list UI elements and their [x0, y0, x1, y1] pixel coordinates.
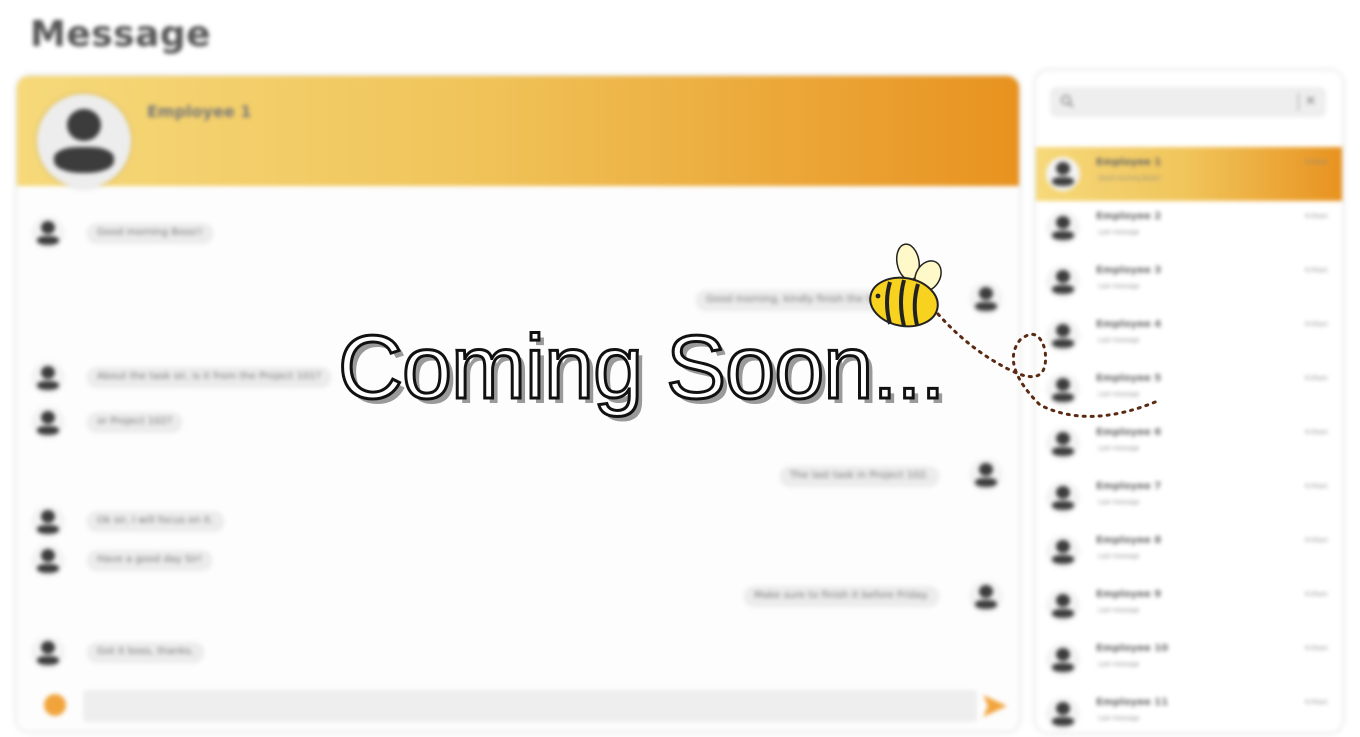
contact-item[interactable]: Employee 8 Last message 9:00am [1036, 525, 1342, 579]
contact-item[interactable]: Employee 9 Last message 9:00am [1036, 579, 1342, 633]
contact-last-message: Last message [1098, 445, 1140, 452]
user-avatar-icon [31, 406, 65, 440]
user-avatar-icon [31, 544, 65, 578]
contact-last-message: Last message [1098, 715, 1140, 722]
contact-last-message: Good morning Boss!! [1098, 175, 1162, 182]
contact-name: Employee 7 [1096, 481, 1162, 492]
user-avatar-icon [31, 361, 65, 395]
bee-icon [869, 243, 1162, 418]
contact-name: Employee 2 [1096, 211, 1162, 222]
message-bubble: The last task in Project 102. [779, 466, 939, 486]
contact-name: Employee 9 [1096, 589, 1162, 600]
contact-name: Employee 8 [1096, 535, 1162, 546]
user-avatar-icon [1046, 589, 1080, 623]
contact-item[interactable]: Employee 1 Good morning Boss!! 9:00am [1036, 147, 1342, 201]
search-icon [1061, 95, 1074, 108]
contact-last-message: Last message [1098, 499, 1140, 506]
contact-time: 9:00am [1305, 375, 1328, 382]
contact-last-message: Last message [1098, 607, 1140, 614]
contact-last-message: Last message [1098, 661, 1140, 668]
user-avatar-icon [31, 505, 65, 539]
user-avatar-icon [1046, 481, 1080, 515]
message-bubble: Got it boss, thanks. [87, 642, 204, 662]
contact-time: 9:00am [1305, 429, 1328, 436]
message-bubble: Have a good day Sir! [87, 550, 213, 570]
contact-time: 9:00am [1305, 267, 1328, 274]
message-bubble: Good morning Boss!! [87, 223, 213, 243]
contact-time: 9:00am [1305, 699, 1328, 706]
contact-time: 9:00am [1305, 537, 1328, 544]
user-avatar-icon [31, 636, 65, 670]
user-avatar-icon [1046, 643, 1080, 677]
user-avatar-icon [969, 458, 1003, 492]
message-bubble: or Project 102? [87, 412, 183, 432]
contact-time: 9:00am [1305, 213, 1328, 220]
contact-name: Employee 10 [1096, 643, 1169, 654]
contact-last-message: Last message [1098, 229, 1140, 236]
send-icon[interactable] [981, 692, 1009, 720]
user-avatar-icon [1046, 697, 1080, 731]
coming-soon-text: Coming Soon... [336, 317, 946, 420]
contact-time: 9:00am [1305, 645, 1328, 652]
contact-item[interactable]: Employee 10 Last message 9:00am [1036, 633, 1342, 687]
contact-name: Employee 11 [1096, 697, 1169, 708]
message-input[interactable] [83, 690, 977, 722]
user-avatar-icon [969, 580, 1003, 614]
contact-name: Employee 1 [1096, 157, 1162, 168]
user-avatar-icon[interactable] [37, 94, 131, 188]
chat-contact-name: Employee 1 [147, 102, 252, 121]
contact-time: 9:00am [1305, 159, 1328, 166]
message-bubble: About the task sir, is it from the Proje… [87, 367, 331, 387]
chat-header: Employee 1 [17, 76, 1019, 188]
close-icon[interactable]: ✕ [1298, 93, 1316, 111]
search-input[interactable]: ✕ [1050, 87, 1326, 117]
page-title: Message [30, 14, 212, 55]
contact-item[interactable]: Employee 7 Last message 9:00am [1036, 471, 1342, 525]
user-avatar-icon [31, 216, 65, 250]
user-avatar-icon [1046, 157, 1080, 191]
contact-time: 9:00am [1305, 483, 1328, 490]
contact-item[interactable]: Employee 11 Last message 9:00am [1036, 687, 1342, 732]
contact-last-message: Last message [1098, 553, 1140, 560]
user-avatar-icon [1046, 535, 1080, 569]
contact-time: 9:00am [1305, 321, 1328, 328]
contact-time: 9:00am [1305, 591, 1328, 598]
message-bubble: Make sure to finish it before Friday. [744, 586, 939, 606]
message-bubble: Ok sir, I will focus on it. [87, 511, 224, 531]
emoji-icon[interactable] [44, 694, 66, 716]
